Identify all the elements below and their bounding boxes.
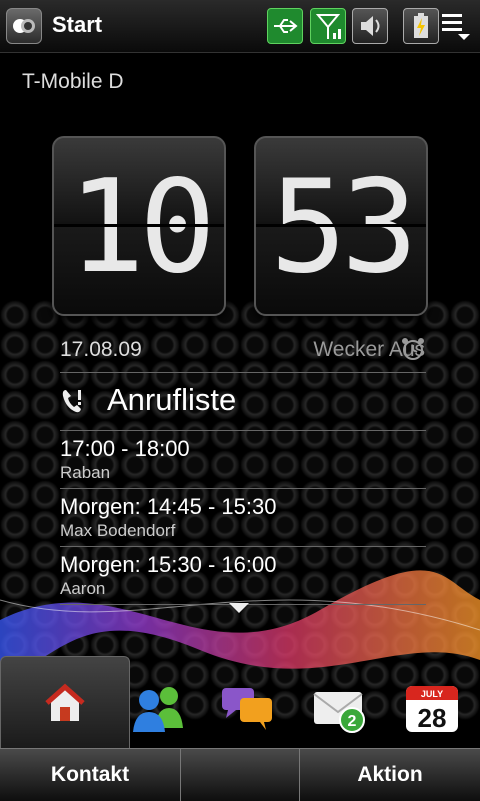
entry-time: Morgen: 15:30 - 16:00 xyxy=(60,552,277,577)
soft-key-bar: Kontakt Aktion xyxy=(0,748,480,801)
list-item[interactable]: Morgen: 15:30 - 16:00 Aaron xyxy=(60,552,276,600)
app-title: Start xyxy=(52,12,103,37)
tab-messages[interactable] xyxy=(216,656,312,748)
start-menu-button[interactable] xyxy=(6,8,42,44)
calendar-icon: JULY 28 xyxy=(406,686,458,733)
mail-badge: 2 xyxy=(348,713,357,730)
list-item[interactable]: 17:00 - 18:00 Raban xyxy=(60,436,190,484)
clock-minutes-digits: 53 xyxy=(269,153,418,302)
entry-name: Max Bodendorf xyxy=(60,521,176,540)
battery-charging-icon[interactable] xyxy=(403,8,439,44)
divider xyxy=(60,546,426,547)
softkey-divider xyxy=(180,749,181,801)
calendar-month: JULY xyxy=(421,689,443,699)
clock-minutes: 53 xyxy=(254,136,428,316)
operator-name: T-Mobile D xyxy=(22,70,124,93)
windows-logo-icon xyxy=(13,19,35,33)
clock-hours-digits: 10 xyxy=(67,153,216,302)
call-log-title[interactable]: Anrufliste xyxy=(107,382,236,418)
status-bar: Start xyxy=(0,0,480,53)
mail-icon: 2 xyxy=(313,692,365,733)
divider xyxy=(60,488,426,489)
tab-home[interactable] xyxy=(0,656,130,749)
menu-dropdown-icon[interactable] xyxy=(440,10,472,42)
home-icon xyxy=(45,683,85,721)
alarm-clock-icon[interactable] xyxy=(400,336,426,362)
calendar-day: 28 xyxy=(418,703,447,733)
softkey-left[interactable]: Kontakt xyxy=(0,749,180,801)
tab-calendar[interactable]: JULY 28 xyxy=(384,656,480,748)
softkey-right[interactable]: Aktion xyxy=(300,749,480,801)
tab-bar: 2 JULY 28 xyxy=(0,656,480,749)
list-item[interactable]: Morgen: 14:45 - 15:30 Max Bodendorf xyxy=(60,494,276,542)
people-icon xyxy=(133,687,183,732)
divider xyxy=(60,372,426,373)
flip-divider xyxy=(256,224,426,227)
tab-mail[interactable]: 2 xyxy=(300,656,396,748)
flip-divider xyxy=(54,224,224,227)
entry-time: 17:00 - 18:00 xyxy=(60,436,190,461)
volume-icon[interactable] xyxy=(352,8,388,44)
usb-connection-icon[interactable] xyxy=(267,8,303,44)
clock-hours: 10 xyxy=(52,136,226,316)
call-log-icon xyxy=(62,390,81,413)
date-label[interactable]: 17.08.09 xyxy=(60,338,142,362)
signal-strength-icon[interactable] xyxy=(310,8,346,44)
expand-arrow-icon[interactable] xyxy=(229,603,249,613)
tab-people[interactable] xyxy=(128,656,224,748)
messaging-icon xyxy=(222,688,272,730)
entry-name: Aaron xyxy=(60,579,106,598)
entry-time: Morgen: 14:45 - 15:30 xyxy=(60,494,277,519)
divider xyxy=(60,430,426,431)
entry-name: Raban xyxy=(60,463,111,482)
